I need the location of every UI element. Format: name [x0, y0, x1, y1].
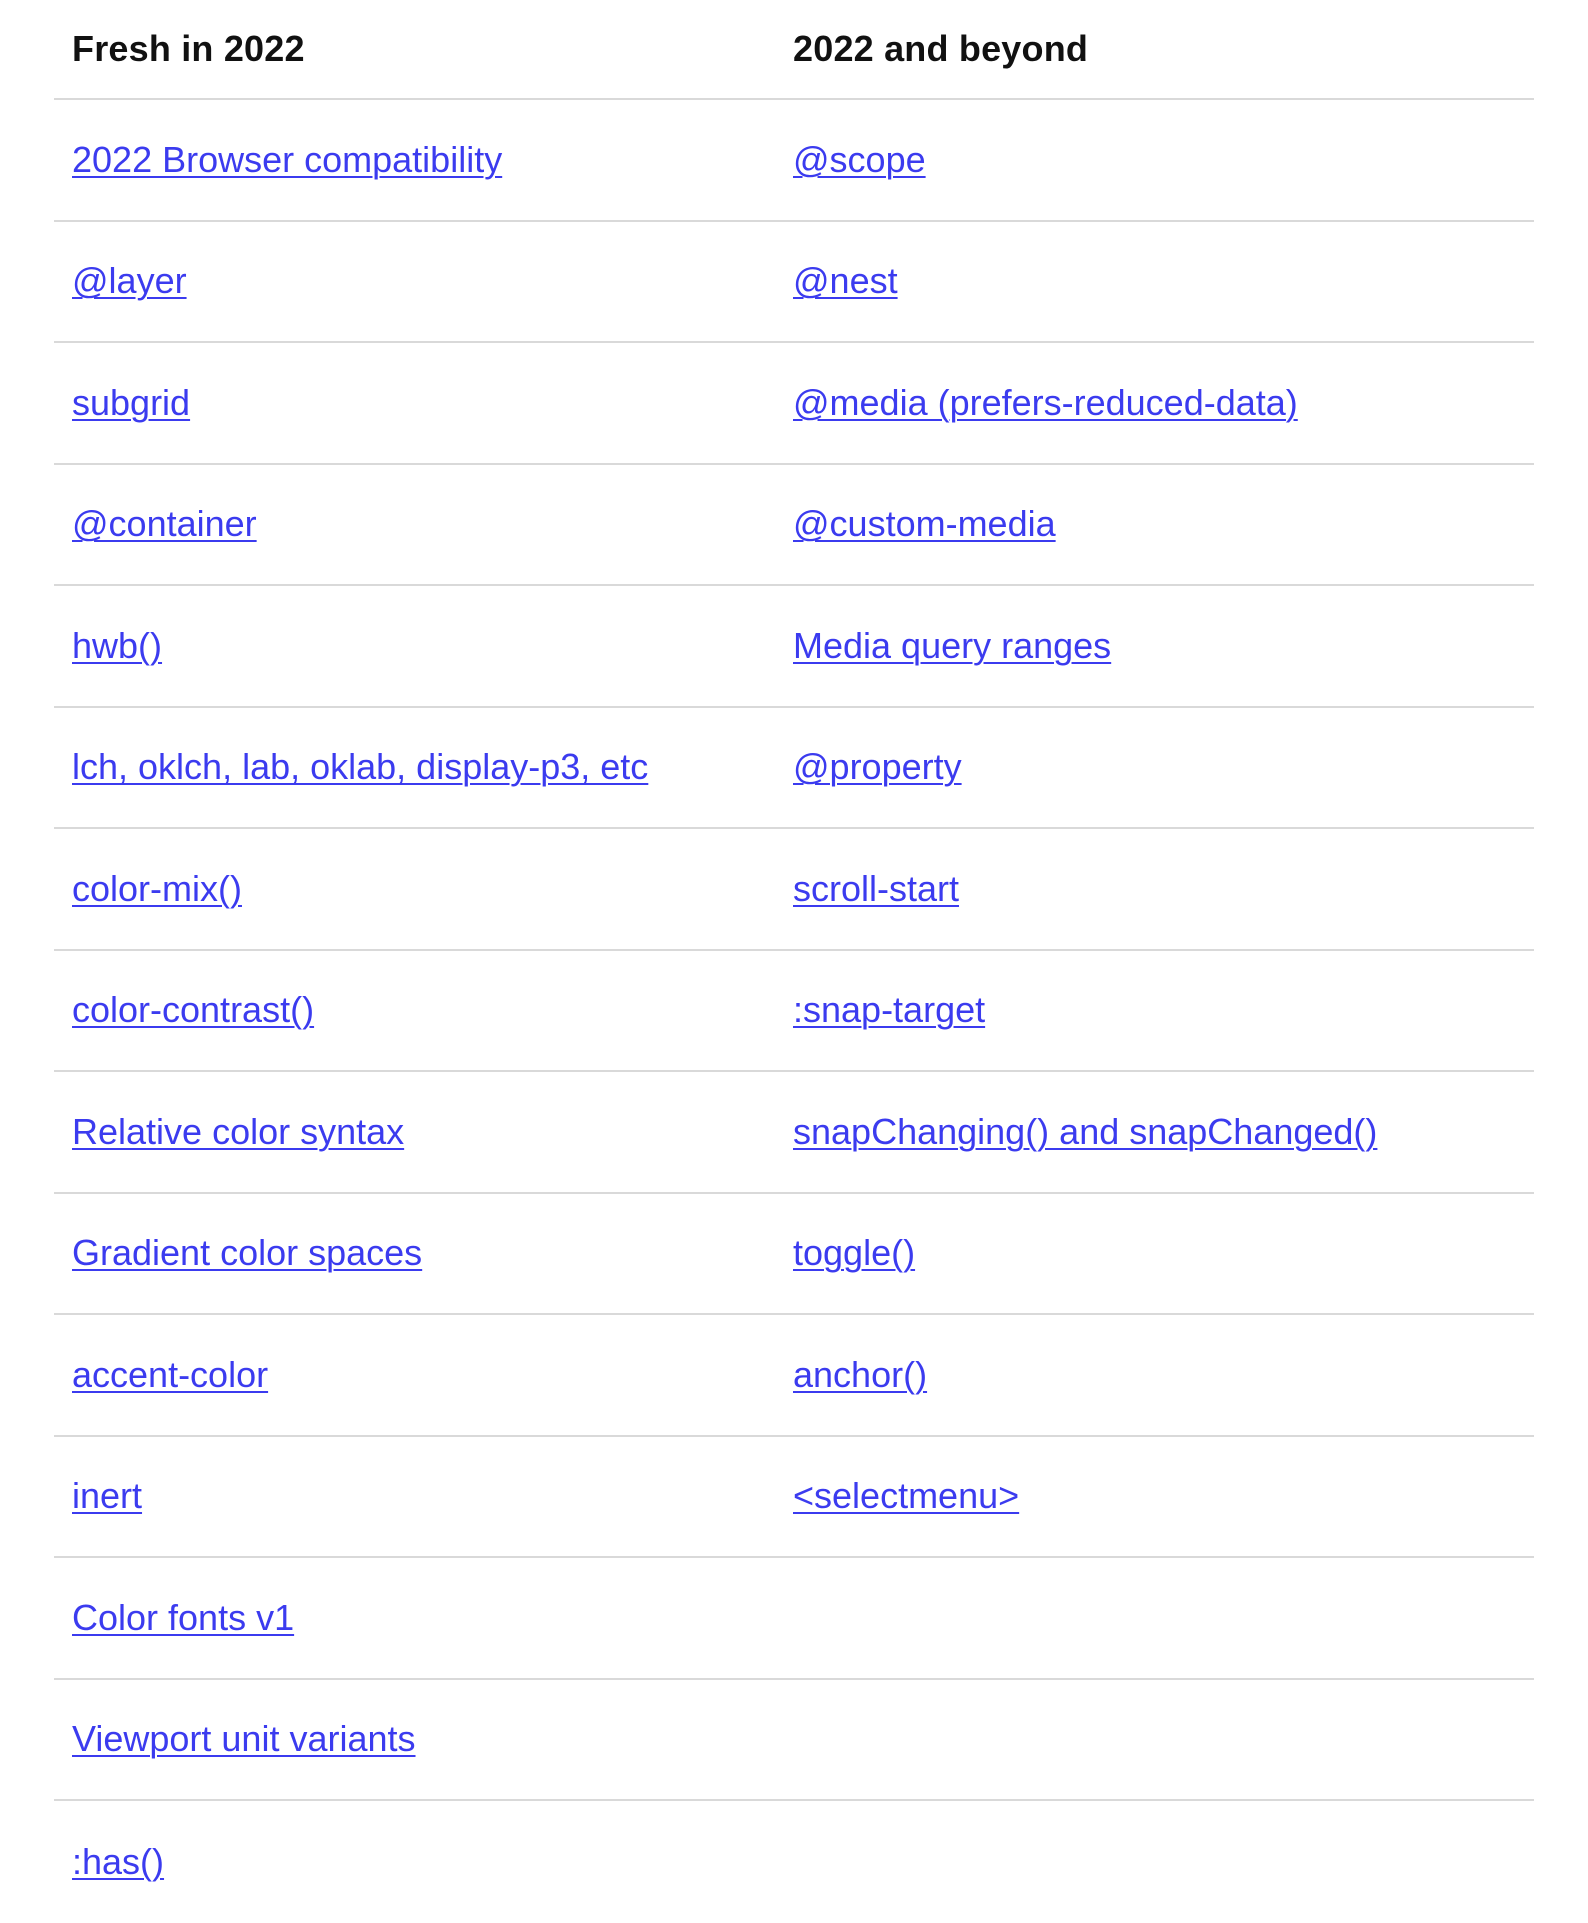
table-row: hwb() Media query ranges [54, 586, 1534, 708]
table-cell: scroll-start [793, 868, 1534, 910]
table-cell: Viewport unit variants [54, 1718, 793, 1760]
feature-link[interactable]: color-mix() [72, 868, 242, 909]
table-cell: color-mix() [54, 868, 793, 910]
table-cell: @property [793, 746, 1534, 788]
table-cell: @media (prefers-reduced-data) [793, 382, 1534, 424]
table-header-row: Fresh in 2022 2022 and beyond [54, 0, 1534, 100]
table-row: @container @custom-media [54, 465, 1534, 586]
table-row: lch, oklch, lab, oklab, display-p3, etc … [54, 708, 1534, 829]
table-cell: hwb() [54, 625, 793, 667]
feature-link[interactable]: subgrid [72, 382, 190, 423]
feature-link[interactable]: <selectmenu> [793, 1475, 1019, 1516]
table-row: Relative color syntax snapChanging() and… [54, 1072, 1534, 1194]
table-row: inert <selectmenu> [54, 1437, 1534, 1558]
feature-link[interactable]: snapChanging() and snapChanged() [793, 1111, 1377, 1152]
column-header: 2022 and beyond [793, 28, 1089, 69]
table-cell: color-contrast() [54, 989, 793, 1031]
feature-link[interactable]: :snap-target [793, 989, 985, 1030]
table-cell: @scope [793, 139, 1534, 181]
table-cell: Gradient color spaces [54, 1232, 793, 1274]
feature-link[interactable]: scroll-start [793, 868, 959, 909]
feature-link[interactable]: hwb() [72, 625, 162, 666]
table-row: Viewport unit variants [54, 1680, 1534, 1801]
table-cell: accent-color [54, 1354, 793, 1396]
column-header: Fresh in 2022 [72, 28, 305, 69]
feature-link[interactable]: lch, oklch, lab, oklab, display-p3, etc [72, 746, 648, 787]
table-cell: <selectmenu> [793, 1475, 1534, 1517]
table-cell: @nest [793, 260, 1534, 302]
feature-link[interactable]: @custom-media [793, 503, 1056, 544]
table-cell: snapChanging() and snapChanged() [793, 1111, 1534, 1153]
feature-link[interactable]: inert [72, 1475, 142, 1516]
table-row: accent-color anchor() [54, 1315, 1534, 1437]
feature-link[interactable]: @nest [793, 260, 898, 301]
table-row: subgrid @media (prefers-reduced-data) [54, 343, 1534, 465]
table-cell: :snap-target [793, 989, 1534, 1031]
table-cell: @layer [54, 260, 793, 302]
table-row: color-mix() scroll-start [54, 829, 1534, 951]
table-cell: subgrid [54, 382, 793, 424]
header-cell-beyond: 2022 and beyond [793, 28, 1534, 70]
table-row: color-contrast() :snap-target [54, 951, 1534, 1072]
table-cell: 2022 Browser compatibility [54, 139, 793, 181]
feature-table: Fresh in 2022 2022 and beyond 2022 Brows… [54, 0, 1534, 1923]
feature-link[interactable]: 2022 Browser compatibility [72, 139, 502, 180]
feature-link[interactable]: Viewport unit variants [72, 1718, 416, 1759]
feature-link[interactable]: @scope [793, 139, 926, 180]
feature-link[interactable]: Color fonts v1 [72, 1597, 294, 1638]
feature-link[interactable]: Relative color syntax [72, 1111, 404, 1152]
feature-link[interactable]: accent-color [72, 1354, 268, 1395]
table-cell: Media query ranges [793, 625, 1534, 667]
table-cell: inert [54, 1475, 793, 1517]
table-cell: lch, oklch, lab, oklab, display-p3, etc [54, 746, 793, 788]
table-cell: toggle() [793, 1232, 1534, 1274]
table-cell: :has() [54, 1841, 793, 1883]
feature-link[interactable]: Media query ranges [793, 625, 1111, 666]
feature-link[interactable]: toggle() [793, 1232, 915, 1273]
table-row: @layer @nest [54, 222, 1534, 343]
table-row: 2022 Browser compatibility @scope [54, 100, 1534, 222]
header-cell-fresh: Fresh in 2022 [54, 28, 793, 70]
table-cell: @custom-media [793, 503, 1534, 545]
table-row: Color fonts v1 [54, 1558, 1534, 1680]
table-row: Gradient color spaces toggle() [54, 1194, 1534, 1315]
feature-link[interactable]: @container [72, 503, 257, 544]
feature-link[interactable]: color-contrast() [72, 989, 314, 1030]
feature-link[interactable]: :has() [72, 1841, 164, 1882]
feature-link[interactable]: Gradient color spaces [72, 1232, 422, 1273]
feature-link[interactable]: @property [793, 746, 962, 787]
table-cell: @container [54, 503, 793, 545]
table-cell: Relative color syntax [54, 1111, 793, 1153]
table-cell: anchor() [793, 1354, 1534, 1396]
feature-link[interactable]: anchor() [793, 1354, 927, 1395]
table-row: :has() [54, 1801, 1534, 1923]
feature-link[interactable]: @layer [72, 260, 187, 301]
table-cell: Color fonts v1 [54, 1597, 793, 1639]
feature-link[interactable]: @media (prefers-reduced-data) [793, 382, 1298, 423]
